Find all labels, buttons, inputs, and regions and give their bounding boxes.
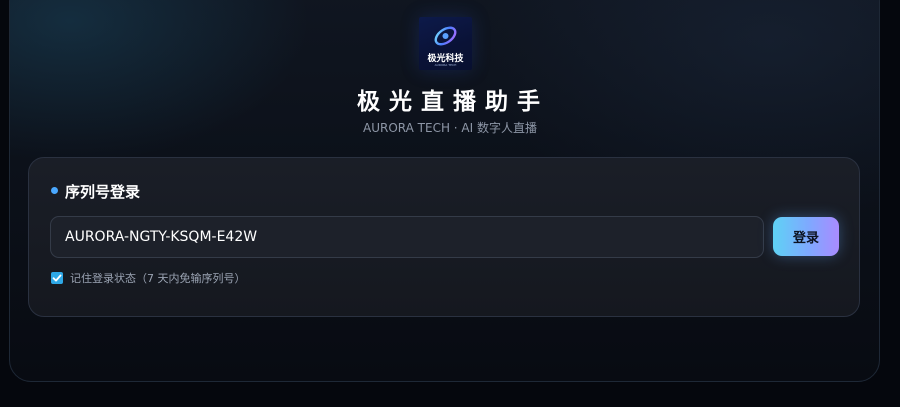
- logo-subtext: AURORA TECH: [434, 63, 457, 67]
- page-title: 极光直播助手: [357, 89, 549, 115]
- checkmark-icon: [52, 274, 62, 282]
- serial-login-card: 序列号登录 登录 记住登录状态（7 天内免输序列号）: [28, 157, 860, 317]
- accent-dot: [51, 187, 58, 194]
- remember-login-row[interactable]: 记住登录状态（7 天内免输序列号）: [51, 270, 246, 286]
- serial-number-input[interactable]: [50, 216, 764, 258]
- remember-label: 记住登录状态（7 天内免输序列号）: [70, 272, 246, 285]
- card-heading: 序列号登录: [65, 183, 141, 201]
- login-button[interactable]: 登录: [773, 217, 839, 256]
- aurora-ring-icon: [434, 26, 457, 46]
- aurora-logo: 极光科技 AURORA TECH: [419, 17, 472, 70]
- page-subtitle: AURORA TECH · AI 数字人直播: [363, 121, 537, 135]
- remember-checkbox[interactable]: [51, 272, 63, 284]
